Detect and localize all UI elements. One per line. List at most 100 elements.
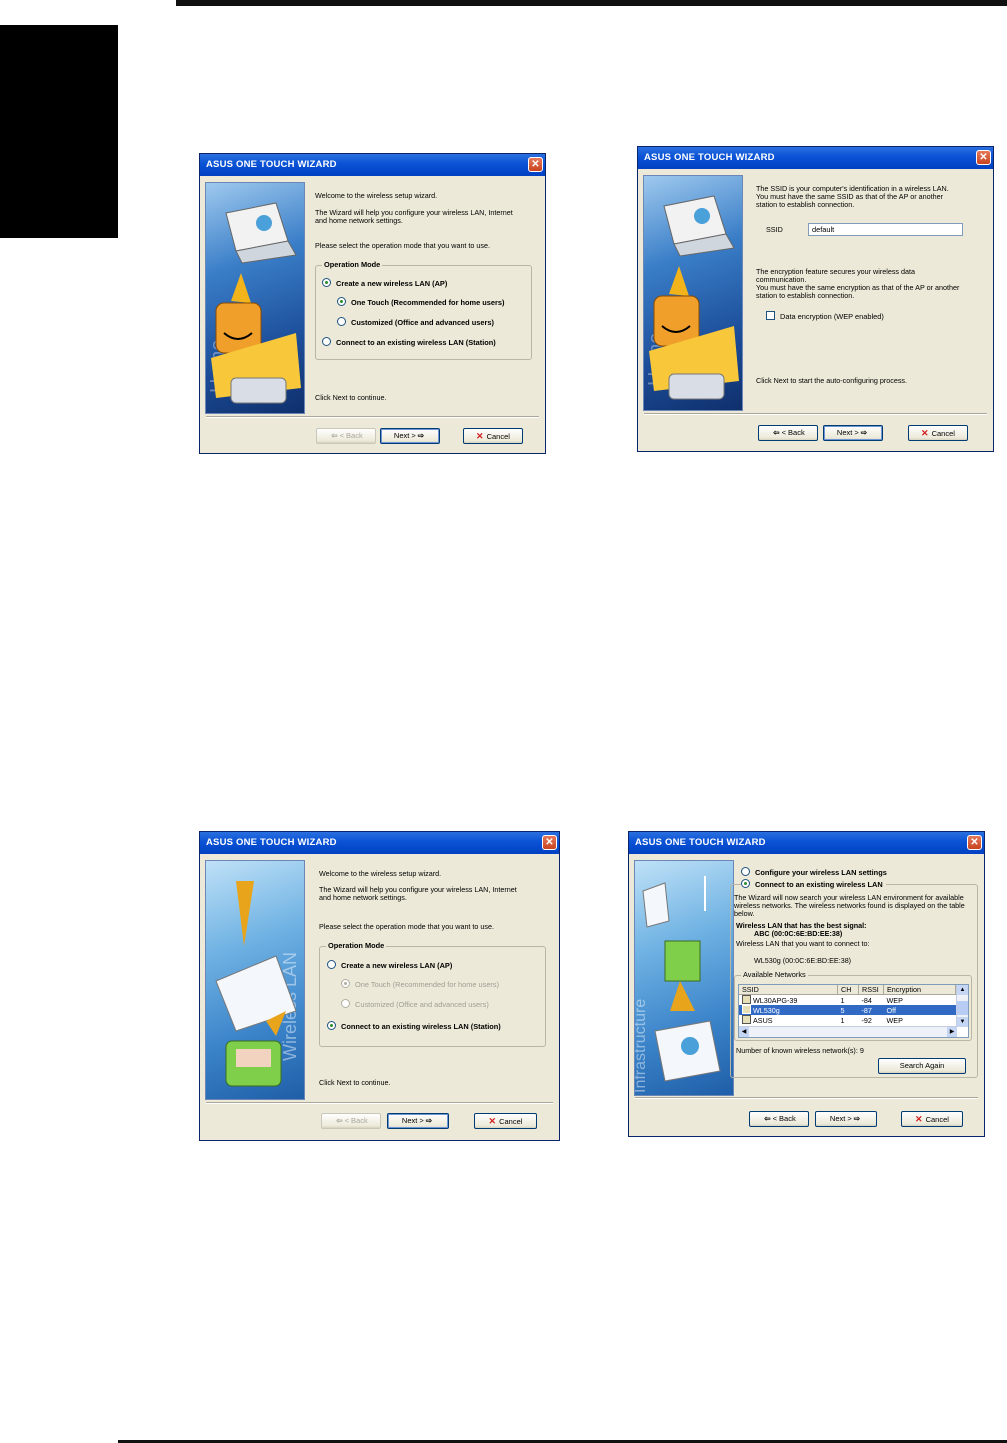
search-desc-line2: wireless networks. The wireless networks… xyxy=(734,901,965,910)
ssid-input[interactable]: default xyxy=(808,223,963,236)
radio-label: Create a new wireless LAN (AP) xyxy=(336,279,448,288)
networks-table: SSID CH RSSI Encryption WL30APG-39 1 -84 W… xyxy=(739,985,956,1025)
cancel-x-icon: ✕ xyxy=(915,1114,923,1124)
welcome-text: Welcome to the wireless setup wizard. xyxy=(315,191,438,200)
radio-label: Customized (Office and advanced users) xyxy=(355,1000,489,1009)
chapter-side-tab xyxy=(0,25,118,238)
available-networks-title: Available Networks xyxy=(741,970,808,979)
best-signal-value: ABC (00:0C:6E:BD:EE:38) xyxy=(754,929,843,938)
back-button[interactable]: ⇦ < Back xyxy=(316,428,376,444)
networks-table-box[interactable]: SSID CH RSSI Encryption WL30APG-39 1 -84 W… xyxy=(738,984,969,1038)
footer-separator xyxy=(206,1102,553,1104)
cancel-button[interactable]: ✕ Cancel xyxy=(908,425,968,441)
wizard-window-station-mode: ASUS ONE TOUCH WIZARD ✕ Wireless LAN Wel… xyxy=(199,831,560,1141)
radio-label: Create a new wireless LAN (AP) xyxy=(341,961,453,970)
help-text-line2: and home network settings. xyxy=(315,216,403,225)
radio-station[interactable]: Connect to an existing wireless LAN (Sta… xyxy=(322,337,496,347)
radio-selected-icon xyxy=(327,1021,336,1030)
scroll-thumb[interactable] xyxy=(957,1001,968,1015)
select-mode-text: Please select the operation mode that yo… xyxy=(315,241,491,250)
vertical-scrollbar[interactable]: ▲ ▼ xyxy=(956,985,968,1027)
page-top-rule xyxy=(176,0,1007,6)
horizontal-scrollbar[interactable]: ◀ ▶ xyxy=(739,1026,957,1037)
footer-separator xyxy=(644,413,987,415)
operation-mode-title: Operation Mode xyxy=(326,941,387,950)
back-button[interactable]: ⇦ < Back xyxy=(321,1113,381,1129)
search-desc-line3: below. xyxy=(734,909,755,918)
cancel-x-icon: ✕ xyxy=(921,428,929,438)
wizard-window-ssid: ASUS ONE TOUCH WIZARD ✕ Home The SSID is… xyxy=(637,146,994,452)
wizard-window-ap-mode: ASUS ONE TOUCH WIZARD ✕ Home Welcome to … xyxy=(199,153,546,454)
back-button[interactable]: ⇦ < Back xyxy=(758,425,818,441)
radio-disabled-icon xyxy=(341,979,350,988)
back-button[interactable]: ⇦ < Back xyxy=(749,1111,809,1127)
arrow-left-icon: ⇦ xyxy=(773,428,780,437)
radio-connect-existing[interactable]: Connect to an existing wireless LAN xyxy=(741,879,886,889)
ssid-label: SSID xyxy=(766,225,783,234)
cancel-button[interactable]: ✕ Cancel xyxy=(901,1111,963,1127)
radio-label: Customized (Office and advanced users) xyxy=(351,318,494,327)
col-ch[interactable]: CH xyxy=(837,985,859,995)
radio-selected-icon xyxy=(741,879,750,888)
wizard-window-available-networks: ASUS ONE TOUCH WIZARD ✕ Infrastructure C… xyxy=(628,831,985,1137)
arrow-right-icon: ⇨ xyxy=(860,428,868,437)
cancel-x-icon: ✕ xyxy=(476,431,484,441)
arrow-right-icon: ⇨ xyxy=(853,1114,861,1123)
radio-label: Connect to an existing wireless LAN (Sta… xyxy=(341,1022,501,1031)
help-text-line2: and home network settings. xyxy=(319,893,407,902)
networks-header-row: SSID CH RSSI Encryption xyxy=(739,985,956,995)
radio-one-touch: One Touch (Recommended for home users) xyxy=(341,979,499,989)
arrow-left-icon: ⇦ xyxy=(336,1116,343,1125)
radio-empty-icon xyxy=(337,317,346,326)
footer-text: Click Next to continue. xyxy=(315,393,387,402)
radio-configure-wlan[interactable]: Configure your wireless LAN settings xyxy=(741,867,887,877)
wep-checkbox[interactable]: Data encryption (WEP enabled) xyxy=(766,311,884,321)
radio-disabled-icon xyxy=(341,999,350,1008)
col-ssid[interactable]: SSID xyxy=(739,985,838,995)
radio-empty-icon xyxy=(322,337,331,346)
scroll-right-arrow-icon[interactable]: ▶ xyxy=(947,1027,957,1037)
table-row-selected[interactable]: WL530g 5 -87 Off xyxy=(739,1005,956,1015)
radio-label: Connect to an existing wireless LAN xyxy=(755,880,883,889)
welcome-text: Welcome to the wireless setup wizard. xyxy=(319,869,442,878)
radio-selected-icon xyxy=(337,297,346,306)
scroll-up-arrow-icon[interactable]: ▲ xyxy=(957,985,968,995)
radio-selected-icon xyxy=(322,278,331,287)
radio-customized: Customized (Office and advanced users) xyxy=(341,999,489,1009)
radio-empty-icon xyxy=(327,960,336,969)
radio-label: One Touch (Recommended for home users) xyxy=(355,980,500,989)
footer-separator xyxy=(635,1097,978,1099)
arrow-right-icon: ⇨ xyxy=(417,431,425,440)
next-button[interactable]: Next > ⇨ xyxy=(815,1111,877,1127)
ssid-value: default xyxy=(812,225,835,234)
select-mode-text: Please select the operation mode that yo… xyxy=(319,922,495,931)
radio-one-touch[interactable]: One Touch (Recommended for home users) xyxy=(337,297,504,307)
radio-label: One Touch (Recommended for home users) xyxy=(351,298,505,307)
scroll-down-arrow-icon[interactable]: ▼ xyxy=(957,1017,968,1027)
table-row[interactable]: ASUS 1 -92 WEP xyxy=(739,1015,956,1025)
radio-create-ap[interactable]: Create a new wireless LAN (AP) xyxy=(327,960,452,970)
cancel-button[interactable]: ✕ Cancel xyxy=(463,428,523,444)
arrow-right-icon: ⇨ xyxy=(425,1116,433,1125)
radio-create-ap[interactable]: Create a new wireless LAN (AP) xyxy=(322,278,447,288)
footer-separator xyxy=(206,416,539,418)
col-rssi[interactable]: RSSI xyxy=(858,985,884,995)
next-button[interactable]: Next > ⇨ xyxy=(387,1113,449,1129)
checkbox-empty-icon xyxy=(766,311,775,320)
network-icon xyxy=(742,1005,751,1014)
footer-text: Click Next to continue. xyxy=(319,1078,391,1087)
col-encryption[interactable]: Encryption xyxy=(883,985,956,995)
network-icon xyxy=(742,995,751,1004)
scroll-left-arrow-icon[interactable]: ◀ xyxy=(739,1027,749,1037)
ssid-desc-line3: station to establish connection. xyxy=(756,200,855,209)
radio-customized[interactable]: Customized (Office and advanced users) xyxy=(337,317,494,327)
cancel-button[interactable]: ✕ Cancel xyxy=(474,1113,537,1129)
radio-label: Configure your wireless LAN settings xyxy=(755,868,887,877)
radio-station[interactable]: Connect to an existing wireless LAN (Sta… xyxy=(327,1021,501,1031)
search-again-button[interactable]: Search Again xyxy=(878,1058,966,1074)
next-button[interactable]: Next > ⇨ xyxy=(823,425,883,441)
table-row[interactable]: WL30APG-39 1 -84 WEP xyxy=(739,995,956,1005)
operation-mode-title: Operation Mode xyxy=(322,260,383,269)
next-button[interactable]: Next > ⇨ xyxy=(380,428,440,444)
arrow-left-icon: ⇦ xyxy=(331,431,338,440)
